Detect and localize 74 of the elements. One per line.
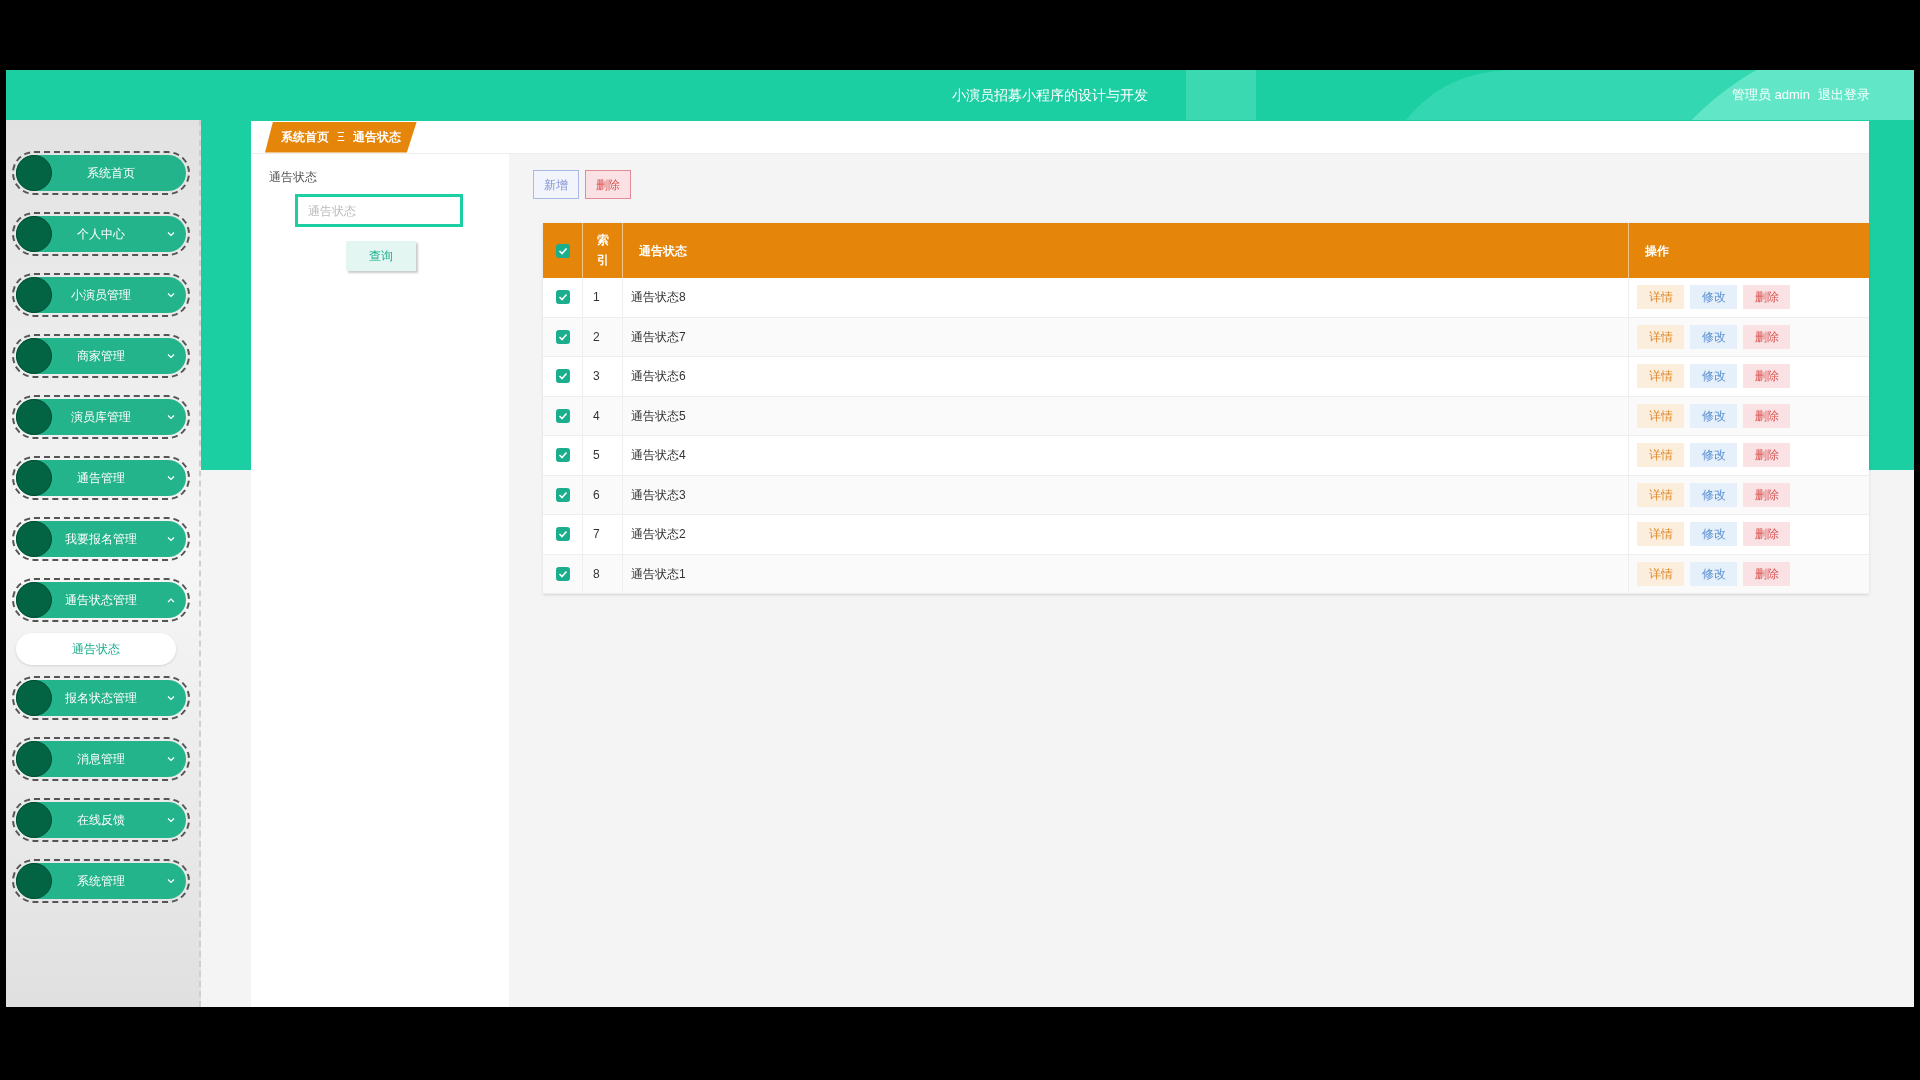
column-header: 索引 [596,232,609,269]
row-action-button[interactable]: 删除 [1743,324,1790,349]
table-cell-text: 7 [593,526,600,544]
table-cell-text: 4 [593,407,600,425]
user-label: 管理员 admin [1731,86,1810,105]
sidebar-item[interactable]: 系统管理 [12,859,190,903]
checkbox[interactable] [555,566,570,581]
checkbox[interactable] [555,243,570,258]
row-action-button[interactable]: 删除 [1743,403,1790,428]
filter-label: 通告状态 [269,169,318,186]
search-button[interactable]: 查询 [346,241,416,271]
table-cell-text: 2 [593,328,600,346]
row-action-button[interactable]: 详情 [1637,403,1684,428]
sidebar-item[interactable]: 小演员管理 [12,273,190,317]
row-action-button[interactable]: 修改 [1690,443,1737,468]
checkbox[interactable] [555,448,570,463]
row-action-button[interactable]: 修改 [1690,324,1737,349]
row-action-button[interactable]: 详情 [1637,522,1684,547]
row-action-button[interactable]: 详情 [1637,285,1684,310]
row-action-button[interactable]: 删除 [1743,482,1790,507]
row-action-button[interactable]: 修改 [1690,561,1737,586]
table-cell-text: 通告状态2 [631,526,686,544]
checkbox[interactable] [555,329,570,344]
table-cell-text: 通告状态6 [631,368,686,386]
row-action-button[interactable]: 详情 [1637,443,1684,468]
sidebar-item[interactable]: 个人中心 [12,212,190,256]
table-cell-text: 通告状态1 [631,565,686,583]
table-cell-text: 通告状态8 [631,289,686,307]
search-field[interactable]: 通告状态 [295,194,463,227]
sidebar-item[interactable]: 通告管理 [12,456,190,500]
table-cell-text: 通告状态7 [631,328,686,346]
checkbox[interactable] [555,527,570,542]
submenu-item[interactable]: 通告状态 [16,633,176,665]
sidebar-item[interactable]: 消息管理 [12,737,190,781]
table-cell-text: 3 [593,368,600,386]
sidebar-item[interactable]: 系统首页 [12,151,190,195]
row-action-button[interactable]: 删除 [1743,364,1790,389]
delete-button[interactable]: 删除 [585,170,631,199]
table-cell-text: 6 [593,486,600,504]
logout-link[interactable]: 退出登录 [1818,85,1870,105]
checkbox[interactable] [555,369,570,384]
row-action-button[interactable]: 修改 [1690,364,1737,389]
checkbox[interactable] [555,487,570,502]
checkbox[interactable] [555,290,570,305]
sidebar-item[interactable]: 演员库管理 [12,395,190,439]
row-action-button[interactable]: 详情 [1637,364,1684,389]
table-cell-text: 8 [593,565,600,583]
sidebar-item[interactable]: 我要报名管理 [12,517,190,561]
sidebar-item[interactable]: 报名状态管理 [12,676,190,720]
row-action-button[interactable]: 修改 [1690,522,1737,547]
app-title: 小演员招募小程序的设计与开发 [952,85,1148,105]
add-button[interactable]: 新增 [533,170,579,199]
row-action-button[interactable]: 修改 [1690,285,1737,310]
row-action-button[interactable]: 修改 [1690,403,1737,428]
row-action-button[interactable]: 详情 [1637,324,1684,349]
sidebar-item[interactable]: 商家管理 [12,334,190,378]
checkbox[interactable] [555,408,570,423]
column-header: 操作 [1645,242,1669,260]
table-cell-text: 1 [593,289,600,307]
row-action-button[interactable]: 修改 [1690,482,1737,507]
row-action-button[interactable]: 删除 [1743,522,1790,547]
row-action-button[interactable]: 详情 [1637,482,1684,507]
sidebar-item[interactable]: 通告状态管理 [12,578,190,622]
breadcrumb: 系统首页 Ξ 通告状态 [265,121,417,153]
column-header: 通告状态 [639,242,687,260]
sidebar-item[interactable]: 在线反馈 [12,798,190,842]
table-cell-text: 通告状态5 [631,407,686,425]
row-action-button[interactable]: 删除 [1743,285,1790,310]
table-cell-text: 通告状态4 [631,447,686,465]
row-action-button[interactable]: 删除 [1743,443,1790,468]
table-cell-text: 通告状态3 [631,486,686,504]
table-cell-text: 5 [593,447,600,465]
row-action-button[interactable]: 详情 [1637,561,1684,586]
row-action-button[interactable]: 删除 [1743,561,1790,586]
